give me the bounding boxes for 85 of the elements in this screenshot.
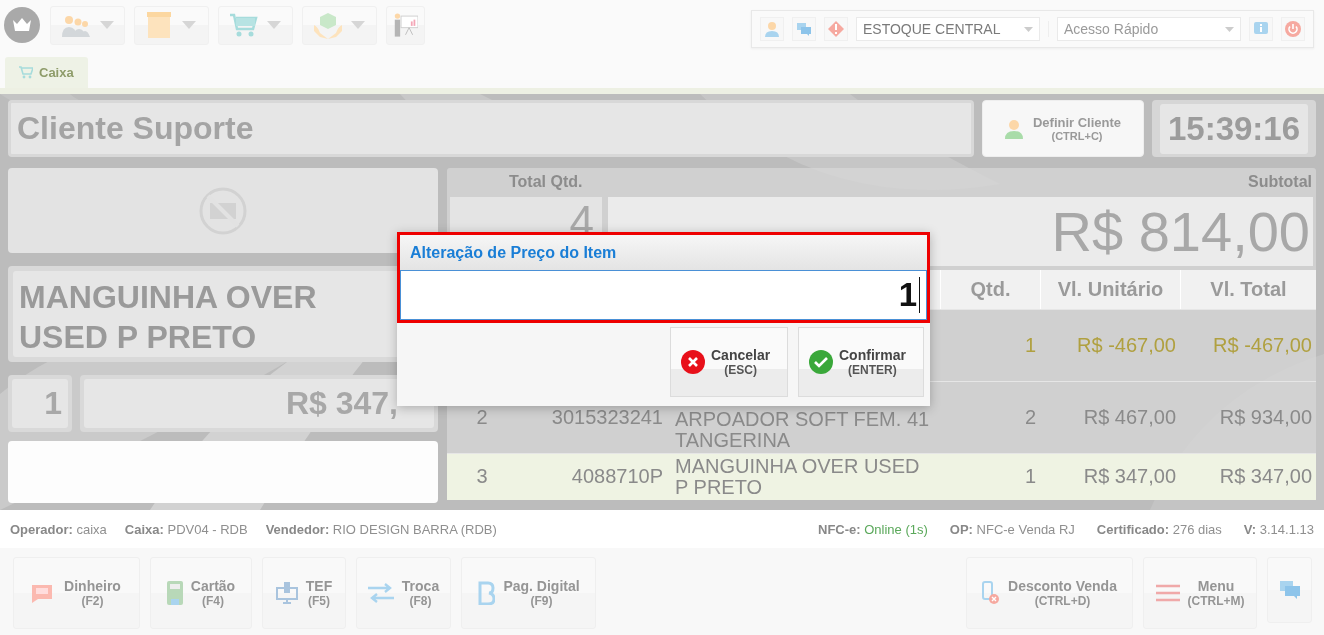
status-item: OP: NFC-e Venda RJ [949,521,1075,537]
box-icon [146,12,171,38]
clock: 15:39:16 [1159,103,1309,154]
table-cell-text: MANGUINHA OVER USED P PRETO [675,456,921,498]
power-button[interactable] [1281,17,1305,41]
chat-icon [1279,581,1300,599]
action-button[interactable]: Desconto Venda (CTRL+D) [966,557,1133,629]
alert-button[interactable] [824,17,848,41]
status-item: Certificado: 276 dias [1096,521,1222,537]
status-item: NFC-e: Online (1s) [818,521,928,537]
hands-box-icon [313,11,342,39]
info-icon [1254,22,1268,36]
table-cell: 1 [1024,334,1036,356]
presentation-icon [393,12,418,38]
table-cell: R$ 467,00 [1083,406,1176,428]
close-icon [681,350,705,374]
payment-button[interactable]: Dinheiro (F2) [13,557,140,629]
status-item: Caixa: PDV04 - RDB [124,521,248,537]
user-button[interactable] [760,17,784,41]
caret-icon [99,21,114,29]
table-cell: R$ -467,00 [1213,334,1312,356]
caret-icon [1024,26,1033,32]
chat-button[interactable] [1267,557,1312,623]
payment-button[interactable]: TEF (F5) [262,557,346,629]
stock-select[interactable]: ESTOQUE CENTRAL [856,17,1040,41]
status-item: Vendedor: RIO DESIGN BARRA (RDB) [265,521,497,537]
check-icon [809,350,833,374]
payment-button[interactable]: Pag. Digital (F9) [461,557,596,629]
info-button[interactable] [1249,17,1273,41]
table-cell: 2 [1024,406,1036,428]
table-cell: R$ 347,00 [1083,466,1176,488]
table-cell: 1 [1024,466,1036,488]
caret-icon [267,21,282,29]
cart-icon [229,12,258,38]
caixa-tab[interactable]: Caixa [5,57,88,88]
user-icon [1004,118,1023,139]
cancel-button[interactable]: Cancelar (ESC) [670,327,788,397]
caret-icon [1225,26,1234,32]
table-cell: R$ 347,00 [1219,466,1312,488]
crown-icon[interactable] [4,7,40,43]
calculator-icon [166,581,183,605]
quick-access-select[interactable]: Acesso Rápido [1057,17,1241,41]
column-header: Vl. Total [1180,270,1316,309]
item-price: R$ 347, [84,379,434,428]
monitor-icon [275,582,298,604]
delivery-menu-button[interactable] [302,5,377,45]
warning-icon [828,21,844,37]
client-name: Cliente Suporte [8,100,974,157]
cart-menu-button[interactable] [218,5,293,45]
status-item: V: 3.14.1.13 [1243,521,1314,537]
subtotal-label: Subtotal [1248,173,1312,192]
status-item: Operador: caixa [10,521,107,537]
people-icon [61,13,92,37]
user-icon [765,21,779,37]
table-cell: 3015323241 [551,406,663,428]
table-cell: 2 [476,406,488,428]
confirm-button[interactable]: Confirmar (ENTER) [798,327,924,397]
define-client-button[interactable]: Definir Cliente (CTRL+C) [982,100,1144,157]
menu-icon [1155,584,1180,602]
power-icon [1285,21,1301,37]
box-menu-button[interactable] [134,5,209,45]
payment-button[interactable]: Cartão (F4) [150,557,252,629]
chat-icon [797,22,811,36]
table-cell: R$ 934,00 [1219,406,1312,428]
item-quantity: 1 [12,379,68,428]
action-button[interactable]: Menu (CTRL+M) [1143,557,1257,629]
subtotal: R$ 814,00 [1051,199,1310,264]
table-cell: 3 [476,466,488,488]
caret-icon [351,21,366,29]
caret-icon [182,21,197,29]
cart-icon [19,66,33,79]
phone-icon [982,581,1001,605]
bitcoin-icon [477,581,496,605]
table-cell: R$ -467,00 [1077,334,1176,356]
arrows-icon [367,583,394,603]
people-menu-button[interactable] [50,5,125,45]
price-input[interactable]: 1 [400,270,927,320]
chat-button[interactable] [792,17,816,41]
total-quantity-label: Total Qtd. [509,173,583,192]
payment-button[interactable]: Troca (F8) [356,557,451,629]
table-cell: 4088710P [571,466,663,488]
table-cell-text: ARPOADOR SOFT FEM. 41 TANGERINA [675,408,931,451]
report-button[interactable] [386,5,425,45]
column-header: Qtd. [940,270,1040,309]
column-header: Vl. Unitário [1040,270,1180,309]
